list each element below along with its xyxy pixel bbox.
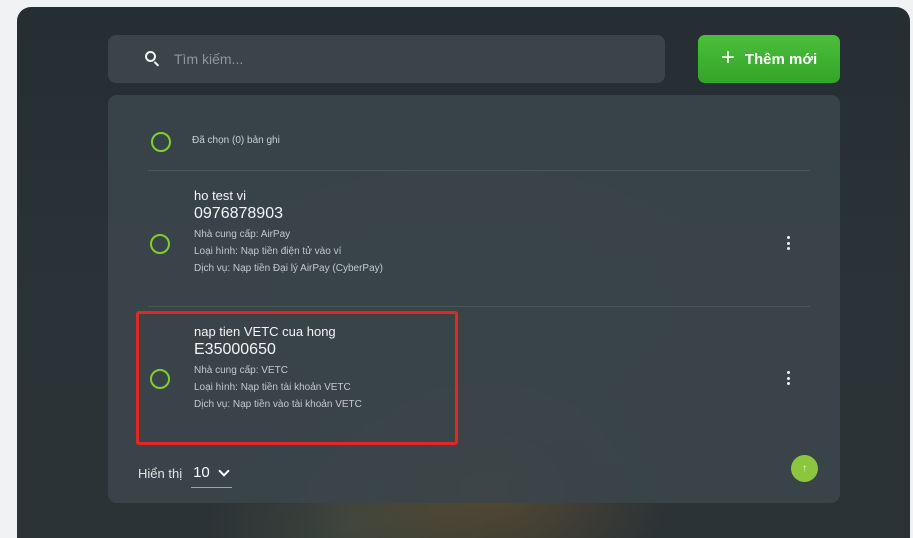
more-options-icon[interactable] (782, 234, 794, 252)
record-provider: Nhà cung cấp: AirPay (194, 229, 291, 240)
record-select-radio[interactable] (150, 234, 170, 254)
search-icon (144, 50, 162, 68)
selected-count-label: Đã chọn (0) bản ghi (192, 135, 280, 146)
annotation-highlight-box (136, 311, 458, 445)
page-size-control: Hiển thị 10 (138, 458, 232, 488)
list-item[interactable]: ho test vi 0976878903 Nhà cung cấp: AirP… (108, 171, 840, 306)
app-frame: + Thêm mới Đã chọn (0) bản ghi ho test v… (17, 7, 910, 538)
add-new-label: Thêm mới (744, 50, 818, 68)
record-type: Loại hình: Nạp tiền điện tử vào ví (194, 246, 342, 257)
chevron-down-icon (218, 464, 230, 477)
page-size-label: Hiển thị (138, 465, 183, 481)
search-input[interactable] (174, 51, 574, 67)
page-size-value: 10 (193, 464, 210, 481)
scroll-to-top-button[interactable]: ↑ (791, 455, 818, 482)
select-all-row: Đã chọn (0) bản ghi (108, 95, 840, 171)
add-new-button[interactable]: + Thêm mới (698, 35, 840, 83)
page-size-select[interactable]: 10 (191, 464, 232, 488)
select-all-radio[interactable] (151, 132, 171, 152)
record-service: Dịch vụ: Nạp tiền Đại lý AirPay (CyberPa… (194, 263, 383, 274)
record-name: ho test vi (194, 188, 247, 203)
record-code: 0976878903 (194, 205, 283, 222)
arrow-up-icon: ↑ (802, 463, 807, 474)
more-options-icon[interactable] (782, 369, 794, 387)
search-bar[interactable] (108, 35, 665, 83)
plus-icon: + (720, 44, 735, 71)
